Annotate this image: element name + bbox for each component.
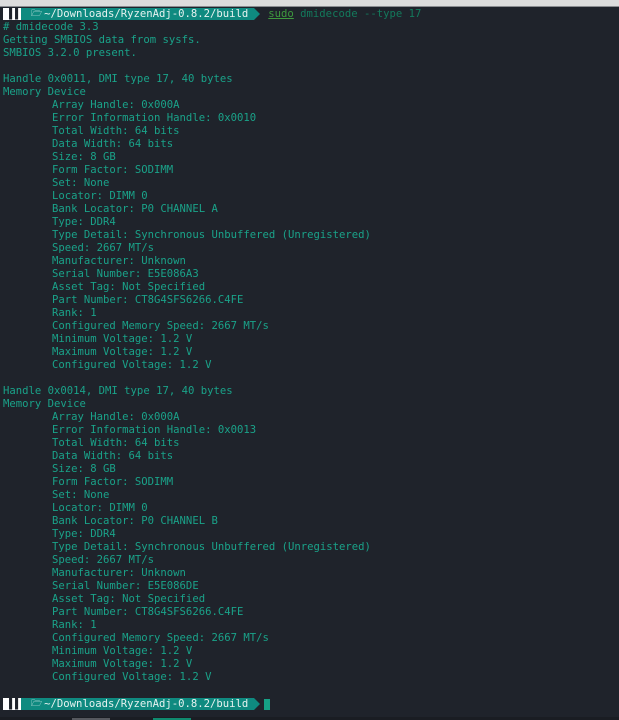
device-field: Configured Memory Speed: 2667 MT/s [52, 632, 269, 644]
device-field: Asset Tag: Not Specified [52, 281, 206, 293]
device-field: Locator: DIMM 0 [52, 502, 148, 514]
shell-prompt: ▐▐ 🗁 ~/Downloads/RyzenAdj-0.8.2/build su… [3, 7, 619, 21]
device-field: Part Number: CT8G4SFS6266.C4FE [52, 294, 244, 306]
memory-device-block: Handle 0x0014, DMI type 17, 40 bytes Memo… [3, 385, 619, 684]
device-field: Asset Tag: Not Specified [52, 593, 206, 605]
device-field: Bank Locator: P0 CHANNEL A [52, 203, 218, 215]
device-list: Handle 0x0011, DMI type 17, 40 bytes Memo… [3, 73, 619, 684]
device-field: Error Information Handle: 0x0010 [52, 112, 257, 124]
command-sudo: sudo [268, 8, 294, 20]
device-field: Rank: 1 [52, 619, 97, 631]
manjaro-logo-icon: ▐▐ [3, 8, 27, 20]
output-line: # dmidecode 3.3 [3, 21, 99, 33]
device-field: Type: DDR4 [52, 216, 116, 228]
output-line: Getting SMBIOS data from sysfs. [3, 34, 201, 46]
device-field: Total Width: 64 bits [52, 125, 180, 137]
terminal-output[interactable]: ▐▐ 🗁 ~/Downloads/RyzenAdj-0.8.2/build su… [3, 7, 619, 711]
device-field: Minimum Voltage: 1.2 V [52, 645, 193, 657]
device-field: Type Detail: Synchronous Unbuffered (Unr… [52, 541, 371, 553]
device-field: Serial Number: E5E086DE [52, 580, 199, 592]
window-top-bar [0, 0, 619, 7]
device-title: Memory Device [3, 86, 86, 98]
prompt-path: ~/Downloads/RyzenAdj-0.8.2/build [44, 698, 249, 710]
device-field: Size: 8 GB [52, 151, 116, 163]
device-handle: Handle 0x0014, DMI type 17, 40 bytes [3, 385, 233, 397]
device-field: Data Width: 64 bits [52, 138, 174, 150]
device-field: Manufacturer: Unknown [52, 567, 186, 579]
device-field: Bank Locator: P0 CHANNEL B [52, 515, 218, 527]
device-field: Serial Number: E5E086A3 [52, 268, 199, 280]
device-field: Locator: DIMM 0 [52, 190, 148, 202]
device-handle: Handle 0x0011, DMI type 17, 40 bytes [3, 73, 233, 85]
device-field: Part Number: CT8G4SFS6266.C4FE [52, 606, 244, 618]
device-field: Total Width: 64 bits [52, 437, 180, 449]
text-cursor[interactable] [264, 698, 271, 710]
device-field: Data Width: 64 bits [52, 450, 174, 462]
device-field: Array Handle: 0x000A [52, 99, 180, 111]
device-title: Memory Device [3, 398, 86, 410]
folder-open-icon: 🗁 [31, 699, 43, 709]
device-field: Configured Memory Speed: 2667 MT/s [52, 320, 269, 332]
memory-device-block: Handle 0x0011, DMI type 17, 40 bytes Memo… [3, 73, 619, 372]
device-field: Size: 8 GB [52, 463, 116, 475]
device-field: Type Detail: Synchronous Unbuffered (Unr… [52, 229, 371, 241]
device-field: Manufacturer: Unknown [52, 255, 186, 267]
device-field: Set: None [52, 489, 110, 501]
output-line: SMBIOS 3.2.0 present. [3, 47, 137, 59]
device-field: Configured Voltage: 1.2 V [52, 671, 212, 683]
command-line: sudo dmidecode --type 17 [268, 8, 421, 20]
device-field: Maximum Voltage: 1.2 V [52, 658, 193, 670]
device-field: Array Handle: 0x000A [52, 411, 180, 423]
prompt-path: ~/Downloads/RyzenAdj-0.8.2/build [44, 8, 249, 20]
command-args: dmidecode --type 17 [293, 8, 422, 20]
device-field: Form Factor: SODIMM [52, 164, 174, 176]
device-field: Configured Voltage: 1.2 V [52, 359, 212, 371]
device-field: Error Information Handle: 0x0013 [52, 424, 257, 436]
manjaro-logo-icon: ▐▐ [3, 698, 27, 710]
device-field: Rank: 1 [52, 307, 97, 319]
shell-prompt-current: ▐▐ 🗁 ~/Downloads/RyzenAdj-0.8.2/build [3, 697, 619, 711]
device-field: Set: None [52, 177, 110, 189]
device-field: Type: DDR4 [52, 528, 116, 540]
device-field: Maximum Voltage: 1.2 V [52, 346, 193, 358]
device-field: Speed: 2667 MT/s [52, 554, 155, 566]
prompt-path-segment: 🗁 ~/Downloads/RyzenAdj-0.8.2/build [21, 698, 261, 710]
device-field: Minimum Voltage: 1.2 V [52, 333, 193, 345]
folder-open-icon: 🗁 [31, 9, 43, 19]
device-field: Form Factor: SODIMM [52, 476, 174, 488]
device-field: Speed: 2667 MT/s [52, 242, 155, 254]
prompt-path-segment: 🗁 ~/Downloads/RyzenAdj-0.8.2/build [21, 8, 261, 20]
